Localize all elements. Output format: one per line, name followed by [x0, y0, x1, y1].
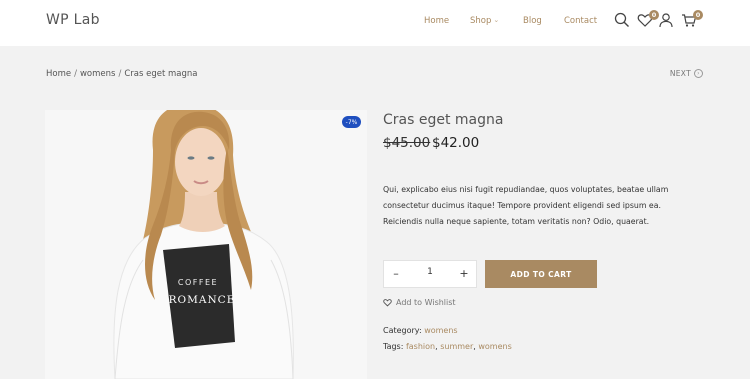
shirt-print-line-1: COFFEE	[178, 278, 218, 287]
account-button[interactable]	[658, 12, 676, 30]
search-icon	[614, 12, 629, 27]
nav-contact[interactable]: Contact	[564, 16, 597, 26]
next-product-link[interactable]: NEXT ›	[670, 69, 703, 78]
tag-separator: ,	[435, 342, 438, 351]
tags-label: Tags:	[383, 342, 404, 351]
category-link[interactable]: womens	[424, 326, 457, 335]
nav-shop-label: Shop	[470, 16, 492, 26]
quantity-increase-button[interactable]: +	[456, 266, 472, 282]
chevron-down-icon: ⌄	[493, 16, 500, 24]
quantity-input[interactable]: 1	[408, 267, 452, 277]
product-description: Qui, explicabo eius nisi fugit repudiand…	[383, 185, 669, 226]
wishlist-button[interactable]: 0	[637, 10, 659, 30]
category-label: Category:	[383, 326, 422, 335]
nav-blog[interactable]: Blog	[523, 16, 542, 26]
user-icon	[659, 13, 673, 28]
chevron-right-icon: ›	[694, 69, 703, 78]
cart-count-badge: 0	[693, 10, 703, 20]
add-to-wishlist-link[interactable]: Add to Wishlist	[383, 298, 456, 307]
cart-button[interactable]: 0	[681, 10, 703, 30]
quantity-decrease-button[interactable]: –	[388, 266, 404, 282]
search-button[interactable]	[614, 12, 632, 30]
heart-icon	[383, 299, 392, 307]
wishlist-label: Add to Wishlist	[396, 298, 456, 307]
site-header: WP Lab Home Shop ⌄ Blog Contact 0 0	[0, 0, 750, 46]
breadcrumb-current: Cras eget magna	[124, 69, 198, 79]
old-price: $45.00	[383, 135, 431, 151]
product-image[interactable]: COFFEE ROMANCE	[45, 110, 367, 379]
product-photo: COFFEE ROMANCE	[45, 110, 367, 379]
tag-separator: ,	[473, 342, 476, 351]
breadcrumb-separator: /	[74, 69, 77, 79]
product-title: Cras eget magna	[383, 112, 504, 128]
discount-badge: -7%	[342, 116, 361, 128]
tag-link[interactable]: fashion	[406, 342, 435, 351]
breadcrumb-home[interactable]: Home	[46, 69, 71, 79]
next-label: NEXT	[669, 69, 691, 78]
tag-link[interactable]: womens	[478, 342, 511, 351]
tag-link[interactable]: summer	[440, 342, 473, 351]
quantity-stepper: – 1 +	[383, 260, 477, 288]
nav-home[interactable]: Home	[424, 16, 449, 26]
site-logo[interactable]: WP Lab	[46, 12, 100, 28]
breadcrumb-separator: /	[118, 69, 122, 79]
nav-shop[interactable]: Shop ⌄	[470, 16, 499, 26]
current-price: $42.00	[432, 135, 480, 151]
product-tags: Tags: fashion, summer, womens	[383, 342, 512, 351]
add-to-cart-button[interactable]: ADD TO CART	[485, 260, 597, 288]
breadcrumb: Home / womens / Cras eget magna	[46, 69, 197, 79]
breadcrumb-category[interactable]: womens	[80, 69, 115, 79]
shirt-print-line-2: ROMANCE	[169, 294, 236, 306]
product-category: Category: womens	[383, 326, 458, 335]
